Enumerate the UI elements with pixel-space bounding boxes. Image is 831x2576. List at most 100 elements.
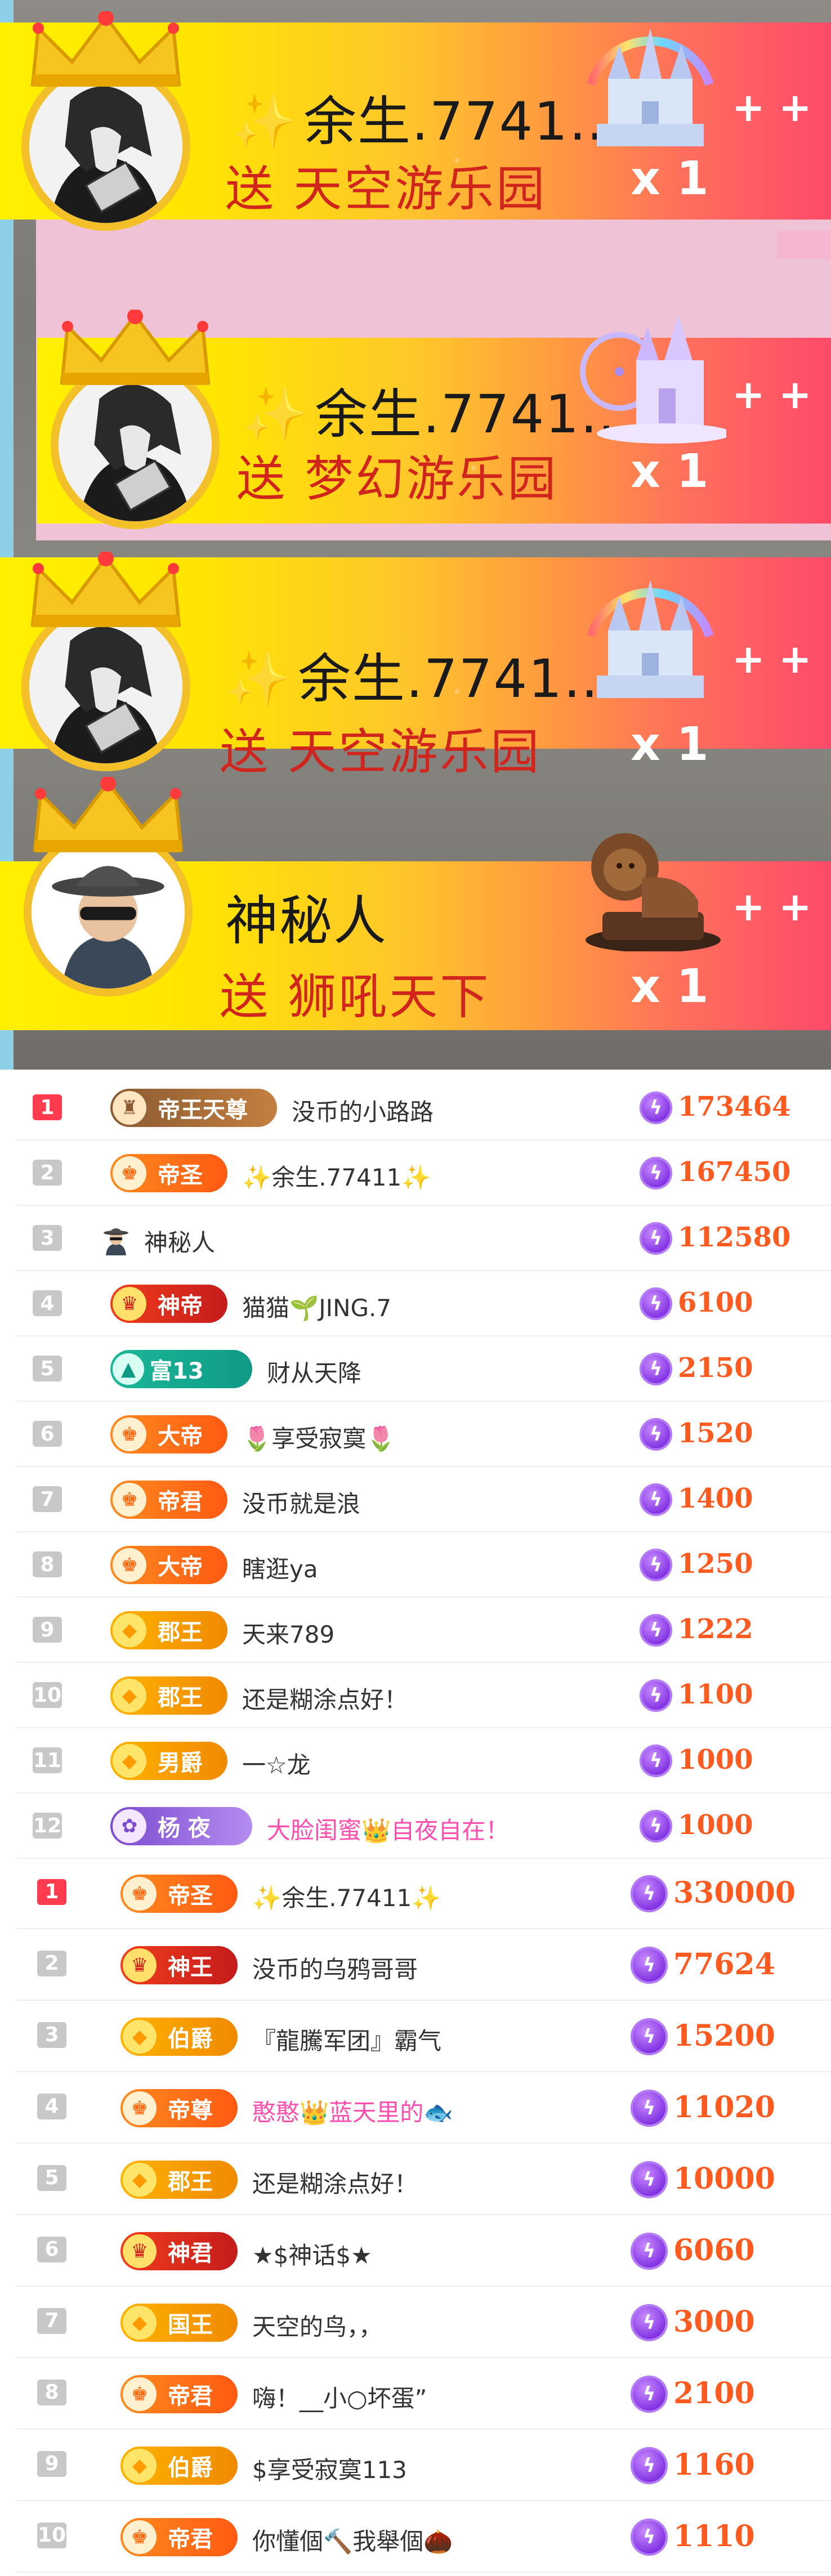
gift-score: 1400 (678, 1483, 753, 1514)
badge-emblem-icon: ◆ (113, 1744, 146, 1778)
badge-label: 帝王天尊 (158, 1097, 248, 1123)
level-badge: ♚ 帝尊 (120, 2088, 238, 2127)
user-name[interactable]: 憨憨👑蓝天里的🐟 (252, 2094, 453, 2128)
gift-score: 1100 (678, 1679, 753, 1710)
badge-label: 帝圣 (168, 1882, 213, 1909)
user-name[interactable]: 猫猫🌱JING.7 (242, 1289, 391, 1323)
user-name[interactable]: ✨余生.77411✨ (242, 1159, 431, 1193)
user-name[interactable]: 你懂個🔨我舉個🌰 (252, 2523, 453, 2557)
castle-rainbow-icon-art (587, 580, 714, 698)
user-name[interactable]: 没币的乌鸦哥哥 (252, 1951, 418, 1985)
gift-action-text: 送 天空游乐园 (220, 724, 542, 780)
ranking-row-weekly[interactable]: 10 ♚ 帝君 你懂個🔨我舉個🌰 ϟ 1110 (0, 2501, 831, 2573)
ranking-row[interactable]: 8 ♚ 大帝 瞎逛ya ϟ 1250 (0, 1532, 831, 1598)
gift-score: 167450 (678, 1156, 791, 1188)
ranking-row-weekly[interactable]: 9 ◆ 伯爵 $享受寂寞113 ϟ 1160 (0, 2430, 831, 2501)
level-badge: ♚ 帝君 (110, 1481, 227, 1519)
badge-emblem-icon: ◆ (123, 2019, 157, 2054)
badge-label: 伯爵 (168, 2025, 213, 2052)
user-name[interactable]: 天空的鸟，， (252, 2308, 382, 2342)
gift-score: 15200 (673, 2018, 775, 2053)
user-name[interactable]: 财从天降 (267, 1354, 361, 1389)
ranking-row-weekly[interactable]: 7 ◆ 国王 天空的鸟，， ϟ 3000 (0, 2287, 831, 2358)
ranking-row[interactable]: 10 ◆ 郡王 还是糊涂点好！ ϟ 1100 (0, 1663, 831, 1728)
rank-number: 10 (33, 1682, 62, 1708)
rank-number: 4 (33, 1290, 62, 1316)
user-name[interactable]: 神秘人 (144, 1224, 215, 1258)
ranking-row[interactable]: 3 神秘人 ϟ 112580 (0, 1206, 831, 1271)
ranking-row[interactable]: 11 ◆ 男爵 一☆龙 ϟ 1000 (0, 1728, 831, 1794)
user-name[interactable]: 没币的小路路 (292, 1093, 434, 1128)
user-name[interactable]: 还是糊涂点好！ (242, 1681, 408, 1715)
badge-emblem-icon: ♚ (123, 2520, 157, 2554)
badge-label: 帝圣 (158, 1162, 203, 1188)
ranking-row-weekly[interactable]: 2 ♛ 神王 没币的乌鸦哥哥 ϟ 77624 (0, 1929, 831, 2001)
badge-label: 帝君 (158, 1489, 203, 1515)
coin-icon: ϟ (640, 1549, 672, 1581)
sparkle-plus-icon: + + (732, 372, 812, 418)
badge-emblem-icon: ♚ (113, 1417, 146, 1451)
gift-score: 1110 (673, 2519, 755, 2553)
ranking-row[interactable]: 12 ✿ 杨 夜 大脸闺蜜👑自夜自在！ ϟ 1000 (0, 1794, 831, 1859)
user-name[interactable]: ★$神话$★ (252, 2237, 372, 2271)
coin-icon: ϟ (640, 1679, 672, 1712)
level-badge: ◆ 男爵 (110, 1742, 227, 1780)
sparkle-plus-icon: + + (732, 884, 812, 930)
gift-score: 6060 (673, 2233, 755, 2268)
badge-emblem-icon: ◆ (113, 1613, 146, 1647)
coin-icon: ϟ (631, 2447, 668, 2484)
user-avatar-image (29, 610, 182, 763)
level-badge: ♚ 大帝 (110, 1546, 227, 1584)
user-name[interactable]: 🌷享受寂寞🌷 (242, 1420, 396, 1454)
user-name[interactable]: 一☆龙 (242, 1746, 311, 1781)
coin-icon: ϟ (631, 2518, 668, 2556)
ranking-row[interactable]: 2 ♚ 帝圣 ✨余生.77411✨ ϟ 167450 (0, 1141, 831, 1206)
level-badge: ♜ 帝王天尊 (110, 1089, 277, 1127)
user-name[interactable]: 还是糊涂点好！ (252, 2165, 418, 2199)
ranking-row[interactable]: 1 ♜ 帝王天尊 没币的小路路 ϟ 173464 (0, 1075, 831, 1141)
badge-label: 帝君 (168, 2526, 213, 2552)
coin-icon: ϟ (631, 2232, 668, 2270)
user-name[interactable]: 天来789 (242, 1616, 334, 1650)
ranking-row-weekly[interactable]: 6 ♛ 神君 ★$神话$★ ϟ 6060 (0, 2215, 831, 2287)
crown-shape (33, 776, 184, 852)
sender-name-text: 神秘人 (225, 891, 388, 952)
ranking-row[interactable]: 4 ♛ 神帝 猫猫🌱JING.7 ϟ 6100 (0, 1271, 831, 1336)
user-name[interactable]: ✨余生.77411✨ (252, 1879, 441, 1913)
ranking-row-weekly[interactable]: 1 ♚ 帝圣 ✨余生.77411✨ ϟ 330000 (0, 1858, 831, 1929)
ranking-row-weekly[interactable]: 4 ♚ 帝尊 憨憨👑蓝天里的🐟 ϟ 11020 (0, 2072, 831, 2144)
ranking-row-weekly[interactable]: 3 ◆ 伯爵 『龍騰军团』霸气 ϟ 15200 (0, 2001, 831, 2072)
rank-number: 6 (33, 1421, 62, 1447)
user-name[interactable]: $享受寂寞113 (252, 2451, 407, 2485)
crown-icon (27, 10, 185, 90)
coin-icon: ϟ (640, 1614, 672, 1647)
coin-icon: ϟ (631, 1875, 668, 1912)
level-badge: ♛ 神王 (120, 1946, 238, 1984)
rank-number: 5 (37, 2164, 66, 2191)
ranking-row[interactable]: 9 ◆ 郡王 天来789 ϟ 1222 (0, 1598, 831, 1663)
gift-score: 3000 (673, 2304, 755, 2339)
user-name[interactable]: 大脸闺蜜👑自夜自在！ (267, 1812, 509, 1846)
coin-icon: ϟ (631, 2018, 668, 2055)
coin-icon: ϟ (640, 1222, 672, 1255)
badge-emblem-icon: ◆ (113, 1679, 146, 1712)
user-name[interactable]: 没币就是浪 (242, 1485, 360, 1519)
user-name[interactable]: 『龍騰军团』霸气 (252, 2022, 441, 2056)
ranking-row[interactable]: 6 ♚ 大帝 🌷享受寂寞🌷 ϟ 1520 (0, 1402, 831, 1467)
crown-icon (29, 776, 187, 856)
dream-castle-icon (574, 304, 732, 445)
gift-action-text: 送 狮吼天下 (220, 969, 491, 1025)
gift-count: x 1 (631, 152, 709, 205)
background-stripe (777, 231, 831, 259)
ranking-row-weekly[interactable]: 8 ♚ 帝君 嗨！__小○坏蛋” ϟ 2100 (0, 2358, 831, 2430)
badge-emblem-icon: ♚ (123, 1876, 157, 1911)
ranking-row[interactable]: 7 ♚ 帝君 没币就是浪 ϟ 1400 (0, 1467, 831, 1532)
ranking-row-weekly[interactable]: 5 ◆ 郡王 还是糊涂点好！ ϟ 10000 (0, 2144, 831, 2215)
coin-icon: ϟ (631, 2304, 668, 2341)
level-badge: ♛ 神君 (120, 2231, 238, 2270)
level-badge: ♚ 大帝 (110, 1415, 227, 1454)
ranking-row[interactable]: 5 ▲ 富13 财从天降 ϟ 2150 (0, 1336, 831, 1402)
rank-number: 12 (33, 1813, 62, 1839)
user-name[interactable]: 嗨！__小○坏蛋” (252, 2380, 427, 2414)
user-name[interactable]: 瞎逛ya (242, 1550, 318, 1585)
